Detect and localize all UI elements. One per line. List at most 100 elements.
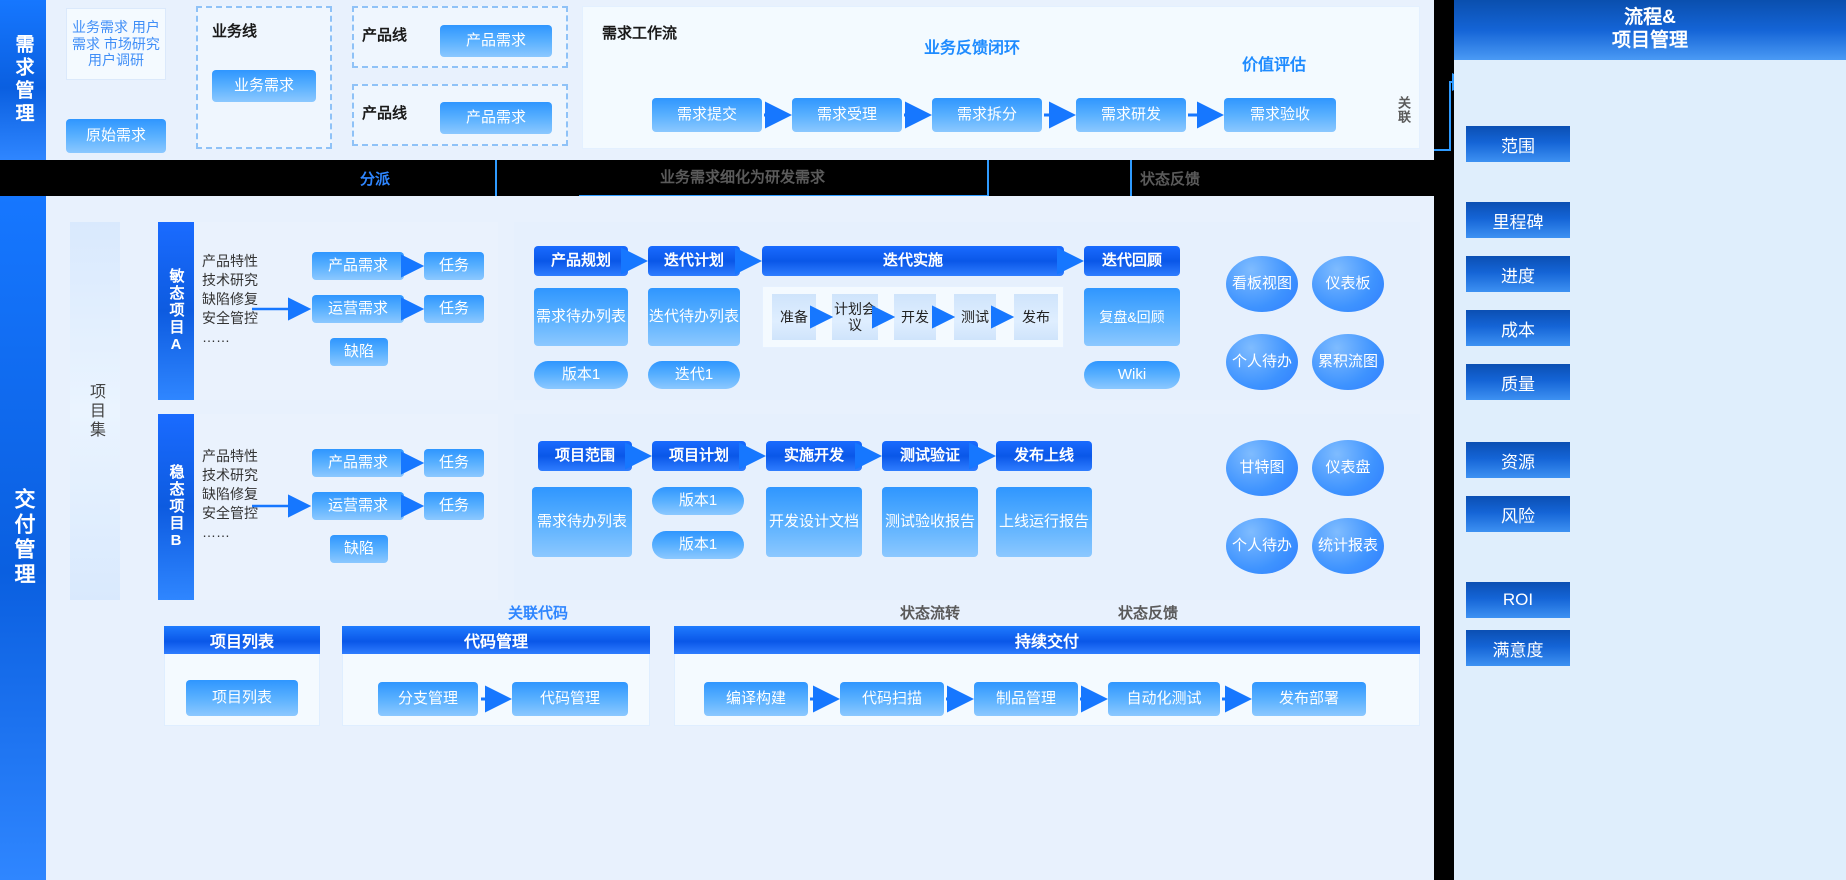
right-sidebar-title: 流程& 项目管理	[1454, 0, 1846, 60]
product-line-title-1: 产品线	[362, 27, 408, 44]
business-demand-chip[interactable]: 业务需求	[212, 70, 316, 102]
project-a-item-1-right[interactable]: 任务	[424, 295, 484, 323]
project-a-item-1-left[interactable]: 运营需求	[312, 295, 404, 323]
right-sidebar-title-line1: 流程&	[1624, 7, 1676, 29]
project-a-wiki[interactable]: Wiki	[1084, 361, 1180, 389]
project-b-tag[interactable]: 稳态项目B	[158, 414, 194, 600]
sidebar-item-roi[interactable]: ROI	[1466, 582, 1570, 618]
sidebar-item-risk[interactable]: 风险	[1466, 496, 1570, 532]
project-b-phase-2[interactable]: 实施开发	[766, 441, 862, 471]
product-line-title-2: 产品线	[362, 105, 408, 122]
project-b-work-types: 产品特性 技术研究 缺陷修复 安全管控 ……	[202, 448, 258, 540]
status-flow-label: 状态流转	[900, 605, 961, 622]
project-b-item-1-right[interactable]: 任务	[424, 492, 484, 520]
project-a-tag-label: 敏态项目A	[167, 267, 185, 355]
project-b-artifact-3[interactable]: 上线运行报告	[996, 487, 1092, 557]
project-list-title: 项目列表	[164, 626, 320, 654]
project-a-artifact-1[interactable]: 迭代待办列表	[648, 288, 740, 346]
project-a-view-2[interactable]: 个人待办	[1226, 334, 1298, 390]
value-assessment-label: 价值评估	[1242, 57, 1307, 74]
section-label-demand: 需求管理	[0, 0, 46, 160]
project-b-phase-0[interactable]: 项目范围	[538, 441, 632, 471]
business-line-title: 业务线	[212, 23, 258, 40]
sprint-step-3[interactable]: 测试	[954, 294, 996, 340]
project-b-item-0-right[interactable]: 任务	[424, 449, 484, 477]
product-demand-chip-1[interactable]: 产品需求	[440, 25, 552, 57]
status-feedback-bottom-label: 状态反馈	[1118, 605, 1179, 622]
project-b-artifact-0[interactable]: 需求待办列表	[532, 487, 632, 557]
project-list-item[interactable]: 项目列表	[186, 680, 298, 716]
cd-item-2[interactable]: 制品管理	[974, 682, 1078, 716]
sprint-step-4[interactable]: 发布	[1014, 294, 1058, 340]
sprint-step-0[interactable]: 准备	[772, 294, 816, 340]
link-code-label: 关联代码	[508, 605, 569, 622]
sidebar-item-scope[interactable]: 范围	[1466, 126, 1570, 162]
workflow-step-4[interactable]: 需求验收	[1224, 98, 1336, 132]
project-b-item-1-left[interactable]: 运营需求	[312, 492, 404, 520]
project-b-defect[interactable]: 缺陷	[330, 535, 388, 563]
section-label-delivery: 交付管理	[0, 196, 46, 880]
sidebar-item-resource[interactable]: 资源	[1466, 442, 1570, 478]
project-a-tag-1[interactable]: 迭代1	[648, 361, 740, 389]
project-a-phase-0[interactable]: 产品规划	[534, 246, 628, 276]
project-a-view-0[interactable]: 看板视图	[1226, 256, 1298, 312]
project-b-view-0[interactable]: 甘特图	[1226, 440, 1298, 496]
project-a-tag[interactable]: 敏态项目A	[158, 222, 194, 400]
cd-item-3[interactable]: 自动化测试	[1108, 682, 1220, 716]
code-title: 代码管理	[342, 626, 650, 654]
project-b-view-3[interactable]: 统计报表	[1312, 518, 1384, 574]
programme-label: 项目集	[87, 382, 104, 440]
code-item-0[interactable]: 分支管理	[378, 682, 478, 716]
project-b-version-0[interactable]: 版本1	[652, 487, 744, 515]
project-a-work-types: 产品特性 技术研究 缺陷修复 安全管控 ……	[202, 253, 258, 345]
cd-item-0[interactable]: 编译构建	[704, 682, 808, 716]
workflow-step-3[interactable]: 需求研发	[1076, 98, 1186, 132]
project-b-artifact-1[interactable]: 开发设计文档	[766, 487, 862, 557]
project-a-artifact-0[interactable]: 需求待办列表	[534, 288, 628, 346]
workflow-step-0[interactable]: 需求提交	[652, 98, 762, 132]
assign-label: 分派	[360, 171, 391, 188]
product-demand-chip-2[interactable]: 产品需求	[440, 102, 552, 134]
sidebar-item-milestone[interactable]: 里程碑	[1466, 202, 1570, 238]
sidebar-item-progress[interactable]: 进度	[1466, 256, 1570, 292]
project-a-view-1[interactable]: 仪表板	[1312, 256, 1384, 312]
status-feedback-top-label: 状态反馈	[1140, 171, 1201, 188]
project-b-phase-4[interactable]: 发布上线	[996, 441, 1092, 471]
sprint-step-1[interactable]: 计划会议	[832, 294, 878, 340]
workflow-step-1[interactable]: 需求受理	[792, 98, 902, 132]
project-b-artifact-2[interactable]: 测试验收报告	[882, 487, 978, 557]
sidebar-item-satisfaction[interactable]: 满意度	[1466, 630, 1570, 666]
right-sidebar-title-line2: 项目管理	[1611, 30, 1688, 51]
project-a-retro[interactable]: 复盘&回顾	[1084, 288, 1180, 346]
project-b-phase-3[interactable]: 测试验证	[882, 441, 978, 471]
workflow-step-2[interactable]: 需求拆分	[932, 98, 1042, 132]
project-a-defect[interactable]: 缺陷	[330, 338, 388, 366]
project-a-phase-3[interactable]: 迭代回顾	[1084, 246, 1180, 276]
project-a-phase-2[interactable]: 迭代实施	[762, 246, 1064, 276]
project-b-version-1[interactable]: 版本1	[652, 531, 744, 559]
project-b-phase-1[interactable]: 项目计划	[652, 441, 746, 471]
programme-rail: 项目集	[70, 222, 120, 600]
project-a-view-3[interactable]: 累积流图	[1312, 334, 1384, 390]
project-a-tag-0[interactable]: 版本1	[534, 361, 628, 389]
project-b-item-0-left[interactable]: 产品需求	[312, 449, 404, 477]
project-b-view-1[interactable]: 仪表盘	[1312, 440, 1384, 496]
feedback-loop-label: 业务反馈闭环	[924, 40, 1021, 57]
sprint-step-2[interactable]: 开发	[894, 294, 936, 340]
project-a-phase-1[interactable]: 迭代计划	[648, 246, 740, 276]
refine-label: 业务需求细化为研发需求	[660, 169, 826, 186]
project-b-view-2[interactable]: 个人待办	[1226, 518, 1298, 574]
workflow-title: 需求工作流	[602, 25, 678, 42]
code-item-1[interactable]: 代码管理	[512, 682, 628, 716]
demand-sources-text: 业务需求 用户需求 市场研究 用户调研	[72, 18, 160, 69]
demand-sources-card: 业务需求 用户需求 市场研究 用户调研	[66, 8, 166, 80]
sidebar-item-cost[interactable]: 成本	[1466, 310, 1570, 346]
relate-label: 关联	[1396, 96, 1411, 124]
cd-item-1[interactable]: 代码扫描	[840, 682, 944, 716]
sidebar-item-quality[interactable]: 质量	[1466, 364, 1570, 400]
diagram-canvas: 需求管理 业务需求 用户需求 市场研究 用户调研 原始需求 业务线 业务需求 产…	[0, 0, 1846, 880]
raw-demand-chip[interactable]: 原始需求	[66, 119, 166, 153]
project-a-item-0-right[interactable]: 任务	[424, 252, 484, 280]
cd-item-4[interactable]: 发布部署	[1252, 682, 1366, 716]
project-a-item-0-left[interactable]: 产品需求	[312, 252, 404, 280]
